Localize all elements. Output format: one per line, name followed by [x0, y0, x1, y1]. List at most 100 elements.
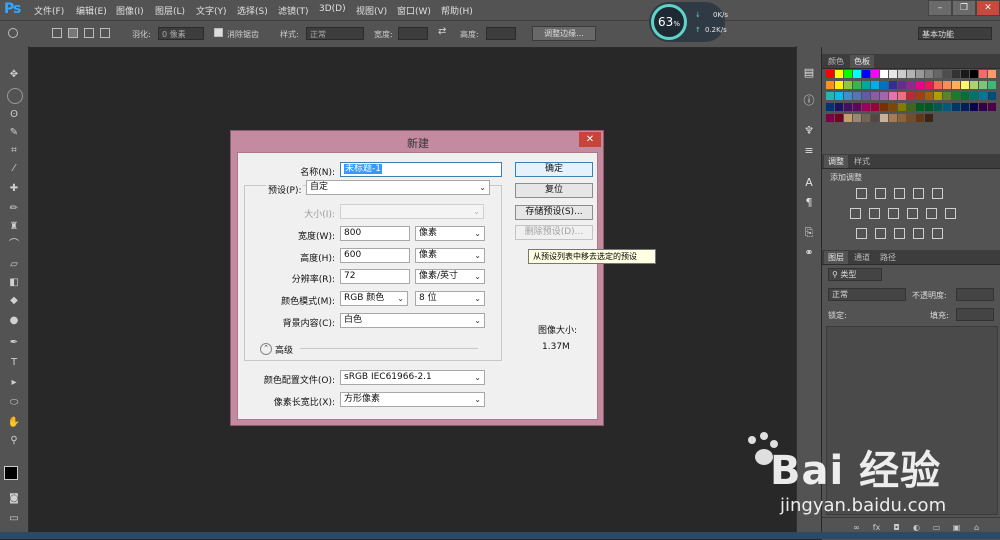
color-swatch[interactable]	[889, 81, 897, 89]
tab-channels[interactable]: 通道	[850, 251, 874, 264]
invert-icon[interactable]	[856, 228, 867, 239]
color-swatch[interactable]	[835, 103, 843, 111]
color-swatch[interactable]	[898, 103, 906, 111]
move-tool-icon[interactable]: ✥	[7, 68, 21, 82]
minimize-button[interactable]: –	[928, 0, 952, 16]
color-swatch[interactable]	[907, 81, 915, 89]
bit-depth-dropdown[interactable]: 8 位 ⌄	[415, 291, 485, 306]
reset-button[interactable]: 复位	[515, 183, 593, 198]
path-select-icon[interactable]: ▸	[7, 376, 21, 390]
elliptical-marquee-icon[interactable]	[8, 28, 18, 38]
color-swatch[interactable]	[979, 103, 987, 111]
delete-preset-button[interactable]: 删除预设(D)...	[515, 225, 593, 240]
color-swatch[interactable]	[925, 92, 933, 100]
maximize-button[interactable]: ❐	[952, 0, 976, 16]
gradient-map-icon[interactable]	[913, 228, 924, 239]
subtract-selection-icon[interactable]	[84, 28, 94, 38]
levels-icon[interactable]	[875, 188, 886, 199]
screen-mode-icon[interactable]: ▭	[7, 512, 21, 526]
color-swatch[interactable]	[943, 103, 951, 111]
color-swatch[interactable]	[862, 114, 870, 122]
channel-mixer-icon[interactable]	[926, 208, 937, 219]
color-swatch[interactable]	[844, 114, 852, 122]
color-swatch[interactable]	[862, 92, 870, 100]
crop-tool-icon[interactable]: ⌗	[7, 144, 21, 158]
height-unit-dropdown[interactable]: 像素 ⌄	[415, 248, 485, 263]
foreground-color-swatch[interactable]	[4, 466, 18, 480]
fill-input[interactable]	[956, 308, 994, 321]
intersect-selection-icon[interactable]	[100, 28, 110, 38]
color-swatch[interactable]	[943, 70, 951, 78]
menu-file[interactable]: 文件(F)	[34, 4, 64, 17]
preset-dropdown[interactable]: 自定 ⌄	[306, 180, 490, 195]
height-input[interactable]: 600	[340, 248, 410, 263]
width-input[interactable]	[398, 27, 428, 40]
color-swatch[interactable]	[961, 81, 969, 89]
hand-tool-icon[interactable]: ✋	[7, 416, 21, 430]
color-swatch[interactable]	[826, 81, 834, 89]
swap-icon[interactable]: ⇄	[438, 26, 446, 37]
color-swatch[interactable]	[844, 81, 852, 89]
color-swatch[interactable]	[934, 81, 942, 89]
color-swatch[interactable]	[925, 70, 933, 78]
color-swatch[interactable]	[916, 114, 924, 122]
color-swatch[interactable]	[880, 92, 888, 100]
tab-layers[interactable]: 图层	[824, 251, 848, 264]
color-swatch[interactable]	[844, 103, 852, 111]
refine-edge-button[interactable]: 调整边缘...	[532, 26, 596, 41]
color-swatch[interactable]	[835, 92, 843, 100]
height-input[interactable]	[486, 27, 516, 40]
color-swatch[interactable]	[835, 114, 843, 122]
color-swatch[interactable]	[889, 114, 897, 122]
history-icon[interactable]: ▤	[802, 66, 816, 80]
healing-brush-icon[interactable]: ✚	[7, 182, 21, 196]
color-swatch[interactable]	[871, 70, 879, 78]
eraser-tool-icon[interactable]: ▱	[7, 258, 21, 272]
menu-3d[interactable]: 3D(D)	[319, 4, 346, 14]
color-swatch[interactable]	[952, 81, 960, 89]
info-icon[interactable]: ⓘ	[802, 94, 816, 108]
type-tool-icon[interactable]: T	[7, 356, 21, 370]
menu-type[interactable]: 文字(Y)	[196, 4, 227, 17]
photo-filter-icon[interactable]	[907, 208, 918, 219]
tab-adjustments[interactable]: 调整	[824, 155, 848, 168]
marquee-tool-icon[interactable]	[7, 88, 23, 104]
color-swatch[interactable]	[826, 114, 834, 122]
menu-select[interactable]: 选择(S)	[237, 4, 268, 17]
color-swatch[interactable]	[988, 81, 996, 89]
color-swatch[interactable]	[961, 92, 969, 100]
color-swatch[interactable]	[961, 70, 969, 78]
blur-tool-icon[interactable]: ◆	[7, 294, 21, 308]
color-swatch[interactable]	[943, 81, 951, 89]
color-swatch[interactable]	[826, 103, 834, 111]
shape-tool-icon[interactable]: ⬭	[7, 396, 21, 410]
dodge-tool-icon[interactable]: ●	[7, 314, 21, 328]
color-swatch[interactable]	[889, 70, 897, 78]
black-white-icon[interactable]	[888, 208, 899, 219]
color-swatch[interactable]	[925, 103, 933, 111]
new-selection-icon[interactable]	[52, 28, 62, 38]
color-swatch[interactable]	[907, 70, 915, 78]
layer-kind-dropdown[interactable]: ⚲ 类型	[828, 268, 882, 281]
tab-paths[interactable]: 路径	[876, 251, 900, 264]
color-swatch[interactable]	[943, 92, 951, 100]
color-swatch[interactable]	[952, 70, 960, 78]
color-swatch[interactable]	[925, 114, 933, 122]
color-swatch[interactable]	[844, 70, 852, 78]
dialog-close-button[interactable]: ✕	[579, 132, 601, 147]
color-swatch[interactable]	[988, 92, 996, 100]
color-swatch[interactable]	[862, 103, 870, 111]
brush-settings-icon[interactable]: ≡	[802, 144, 816, 158]
tab-color[interactable]: 颜色	[824, 55, 848, 68]
color-swatch[interactable]	[898, 70, 906, 78]
save-preset-button[interactable]: 存储预设(S)...	[515, 205, 593, 220]
color-swatch[interactable]	[988, 70, 996, 78]
color-swatch[interactable]	[907, 92, 915, 100]
clone-source-icon[interactable]: ⎘	[802, 226, 816, 240]
tab-styles[interactable]: 样式	[850, 155, 874, 168]
color-swatch[interactable]	[871, 114, 879, 122]
color-swatch[interactable]	[925, 81, 933, 89]
menu-help[interactable]: 帮助(H)	[441, 4, 473, 17]
brush-tool-icon[interactable]: ✏	[7, 202, 21, 216]
color-swatch[interactable]	[916, 92, 924, 100]
